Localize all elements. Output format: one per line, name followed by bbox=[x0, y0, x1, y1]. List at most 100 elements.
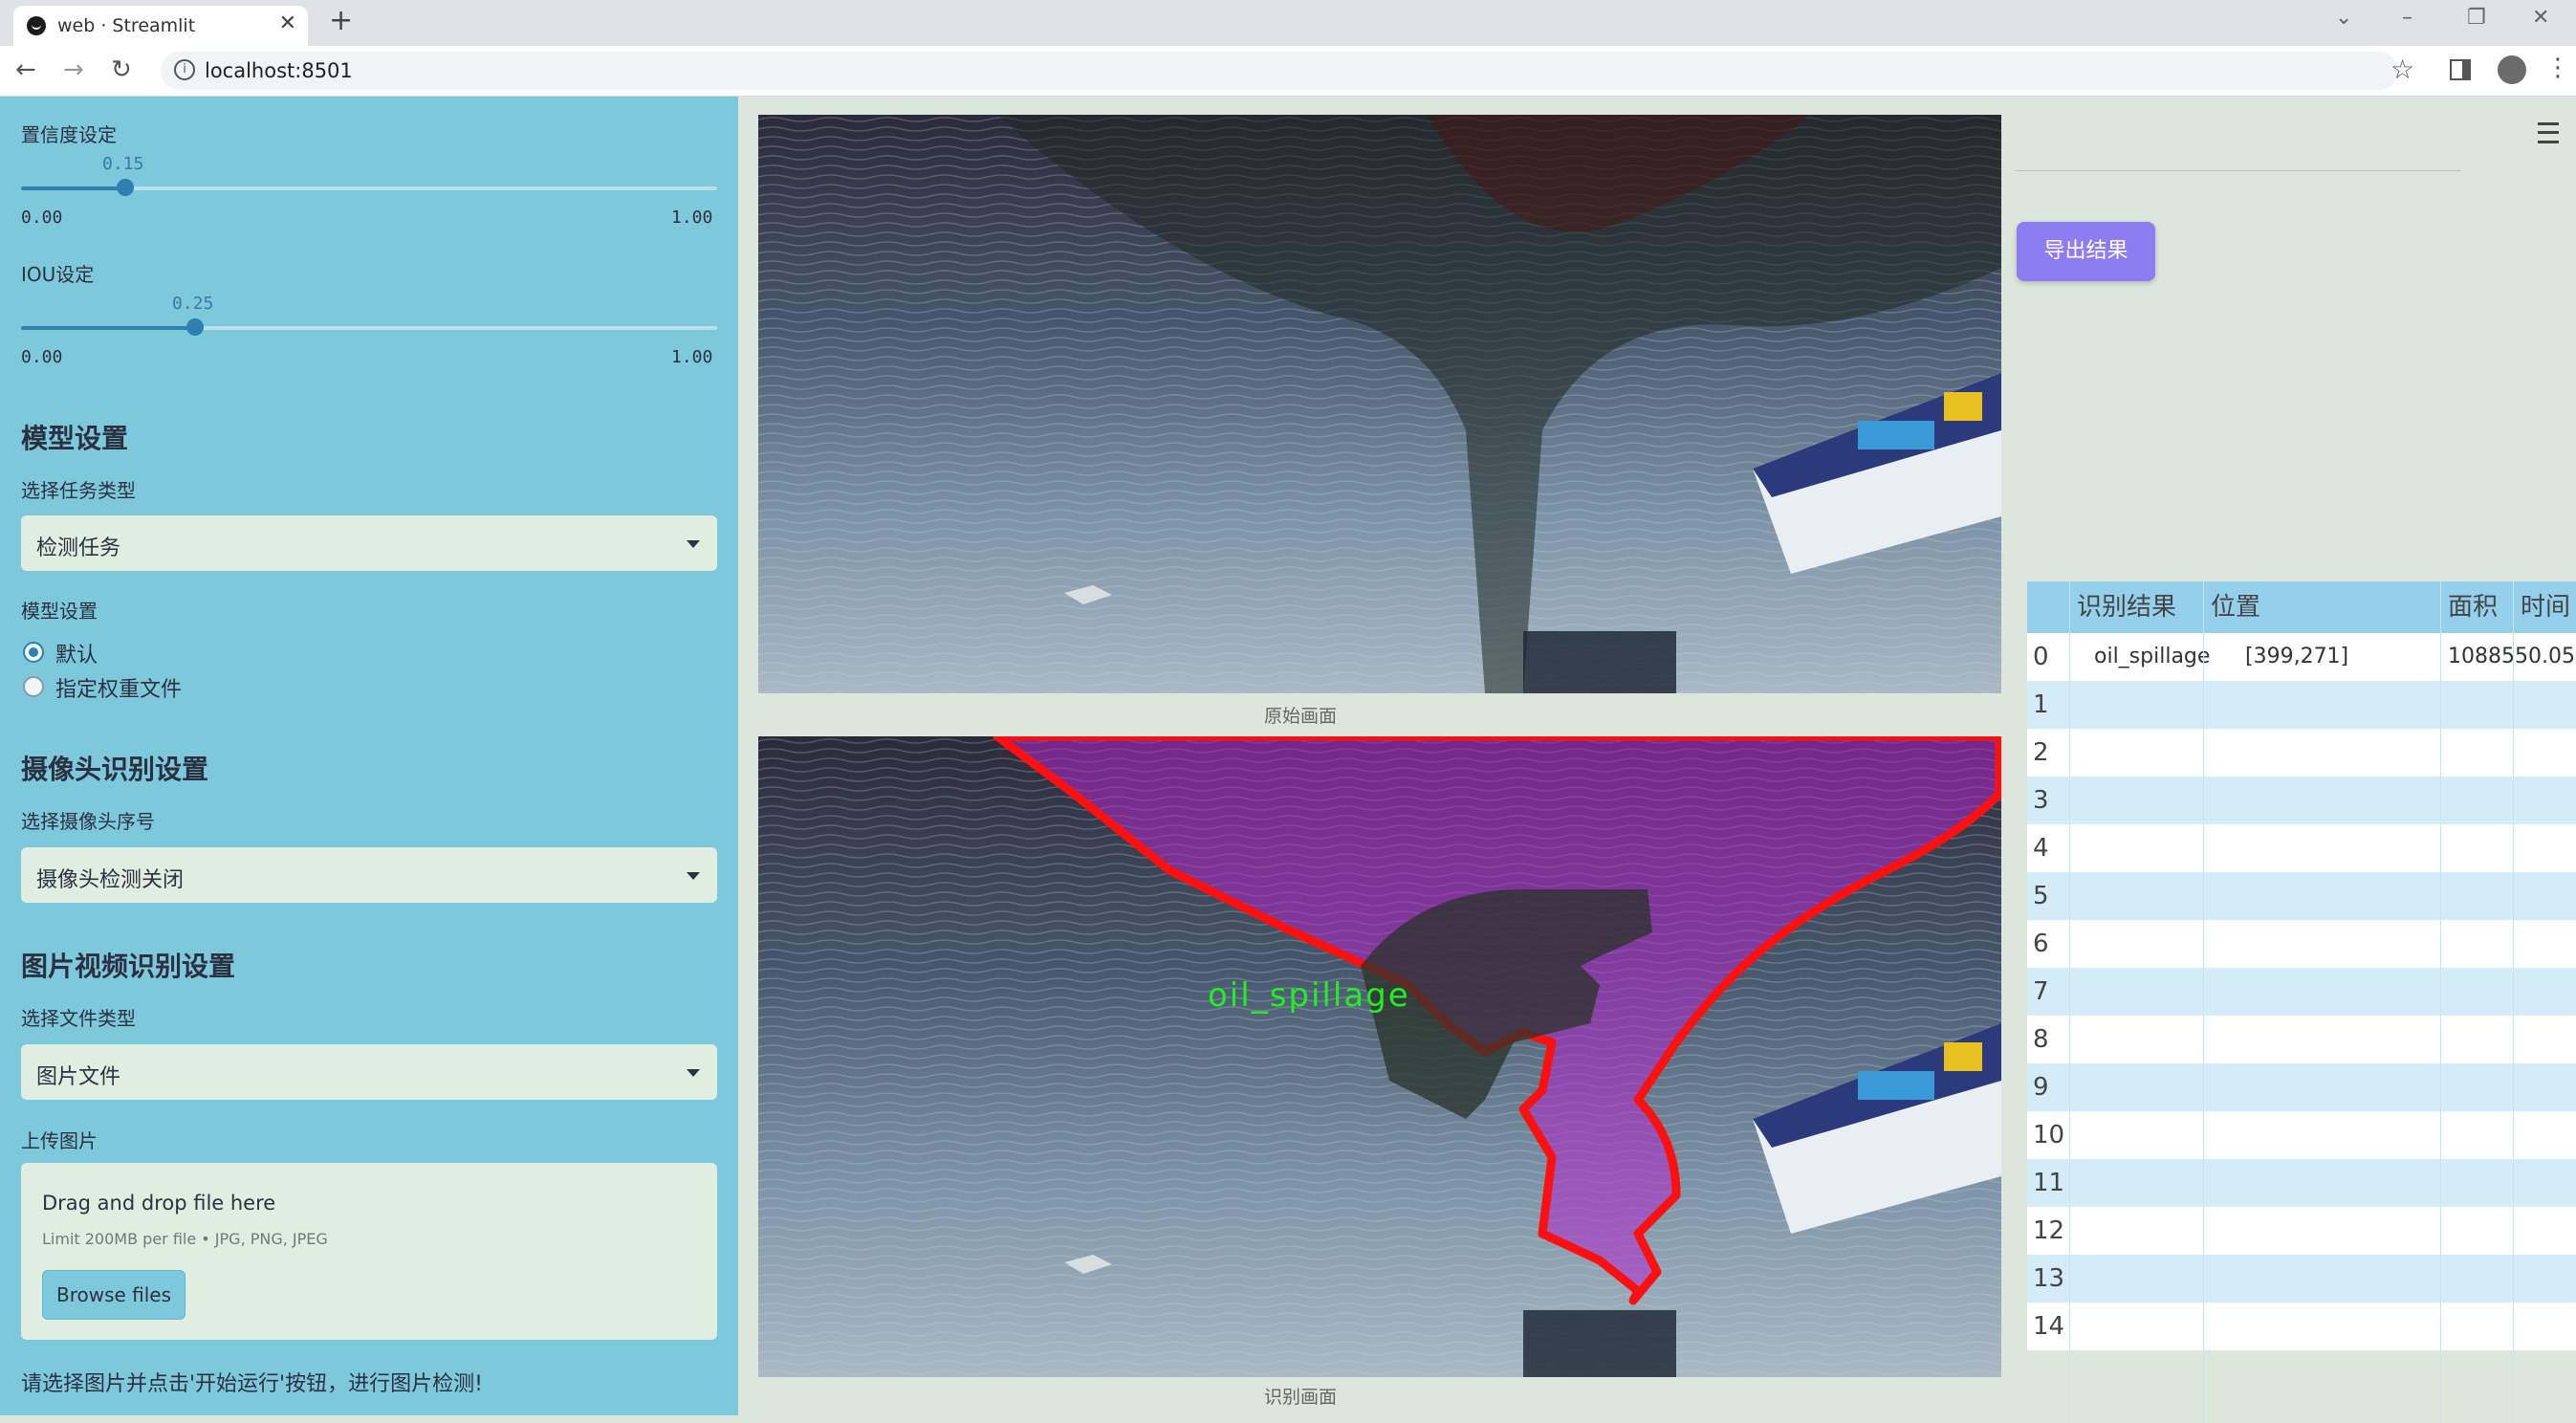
address-bar[interactable]: i localhost:8501 bbox=[161, 52, 2398, 90]
iou-slider[interactable] bbox=[21, 318, 717, 336]
original-caption: 原始画面 bbox=[1264, 706, 1338, 727]
table-row[interactable]: 8 bbox=[2027, 1016, 2576, 1063]
model-setting-label: 模型设置 bbox=[21, 600, 98, 623]
result-caption: 识别画面 bbox=[1264, 1387, 1338, 1408]
iou-slider-thumb[interactable] bbox=[186, 318, 204, 336]
confidence-slider-thumb[interactable] bbox=[117, 179, 134, 196]
row-index: 11 bbox=[2033, 1169, 2065, 1197]
reload-icon[interactable]: ↻ bbox=[111, 55, 132, 84]
table-row[interactable]: 4 bbox=[2027, 824, 2576, 872]
site-info-icon[interactable]: i bbox=[174, 59, 195, 80]
cell-result: oil_spillage bbox=[2094, 645, 2211, 668]
table-row[interactable]: 12 bbox=[2027, 1207, 2576, 1255]
tab-title: web · Streamlit bbox=[57, 15, 196, 36]
confidence-min: 0.00 bbox=[21, 208, 63, 228]
chevron-down-icon bbox=[687, 1069, 700, 1077]
browser-tab[interactable]: web · Streamlit ✕ bbox=[13, 6, 308, 46]
table-row[interactable]: 0 oil_spillage [399,271] 1088550.05 bbox=[2027, 633, 2576, 681]
table-header-row: 识别结果 位置 面积 时间 bbox=[2027, 581, 2576, 633]
row-index: 14 bbox=[2033, 1312, 2065, 1341]
table-row[interactable]: 14 bbox=[2027, 1303, 2576, 1350]
column-divider bbox=[2440, 581, 2441, 1423]
confidence-slider-fill bbox=[21, 186, 125, 190]
file-type-select[interactable]: 图片文件 bbox=[21, 1044, 717, 1100]
task-type-value: 检测任务 bbox=[36, 536, 121, 560]
side-panel-icon[interactable] bbox=[2450, 59, 2471, 80]
confidence-label: 置信度设定 bbox=[21, 123, 117, 146]
camera-section-title: 摄像头识别设置 bbox=[21, 754, 209, 785]
hamburger-menu-icon[interactable] bbox=[2538, 122, 2559, 143]
confidence-slider[interactable] bbox=[21, 179, 717, 196]
original-image bbox=[758, 115, 2001, 693]
result-image-canvas: oil_spillage bbox=[758, 736, 2001, 1377]
bookmark-star-icon[interactable]: ☆ bbox=[2390, 54, 2414, 85]
iou-min: 0.00 bbox=[21, 347, 63, 367]
restore-icon[interactable]: ❐ bbox=[2467, 6, 2486, 30]
table-row[interactable]: 2 bbox=[2027, 729, 2576, 777]
iou-slider-fill bbox=[21, 326, 195, 330]
divider bbox=[2016, 170, 2461, 171]
task-type-select[interactable]: 检测任务 bbox=[21, 515, 717, 571]
table-row[interactable]: 1 bbox=[2027, 681, 2576, 729]
row-index: 9 bbox=[2033, 1073, 2049, 1102]
hint-text: 请选择图片并点击'开始运行'按钮，进行图片检测! bbox=[21, 1372, 483, 1396]
chevron-down-icon bbox=[687, 872, 700, 880]
profile-avatar-icon[interactable] bbox=[2498, 55, 2526, 84]
column-header-area[interactable]: 面积 bbox=[2448, 581, 2498, 633]
table-row[interactable]: 7 bbox=[2027, 968, 2576, 1016]
export-results-button[interactable]: 导出结果 bbox=[2017, 222, 2155, 281]
cell-position: [399,271] bbox=[2245, 645, 2349, 668]
column-header-position[interactable]: 位置 bbox=[2211, 581, 2260, 633]
table-row[interactable]: 11 bbox=[2027, 1159, 2576, 1207]
dropzone-limit: Limit 200MB per file • JPG, PNG, JPEG bbox=[42, 1230, 328, 1248]
table-row[interactable]: 3 bbox=[2027, 777, 2576, 824]
radio-custom-weights-label: 指定权重文件 bbox=[55, 678, 183, 702]
camera-index-select[interactable]: 摄像头检测关闭 bbox=[21, 847, 717, 903]
back-icon[interactable]: ← bbox=[15, 55, 36, 84]
iou-value: 0.25 bbox=[172, 294, 214, 314]
column-header-result[interactable]: 识别结果 bbox=[2077, 581, 2176, 633]
table-row[interactable]: 6 bbox=[2027, 920, 2576, 968]
browse-files-button[interactable]: Browse files bbox=[42, 1270, 186, 1320]
browser-tab-bar: web · Streamlit ✕ + ⌄ – ❐ ✕ bbox=[0, 0, 2576, 46]
column-divider bbox=[2069, 581, 2070, 1423]
radio-custom-weights[interactable] bbox=[23, 676, 44, 697]
camera-index-label: 选择摄像头序号 bbox=[21, 810, 155, 833]
table-row[interactable]: 10 bbox=[2027, 1111, 2576, 1159]
detection-label: oil_spillage bbox=[1208, 976, 1410, 1015]
column-header-time[interactable]: 时间 bbox=[2521, 581, 2570, 633]
row-index: 10 bbox=[2033, 1121, 2065, 1149]
browser-menu-icon[interactable]: ⋮ bbox=[2545, 54, 2570, 82]
original-image-canvas bbox=[758, 115, 2001, 693]
forward-icon[interactable]: → bbox=[63, 55, 84, 84]
row-index: 2 bbox=[2033, 738, 2049, 767]
table-row[interactable]: 5 bbox=[2027, 872, 2576, 920]
tab-close-icon[interactable]: ✕ bbox=[279, 11, 296, 35]
camera-index-value: 摄像头检测关闭 bbox=[36, 868, 185, 892]
sidebar: 置信度设定 0.15 0.00 1.00 IOU设定 0.25 0.00 1.0… bbox=[0, 97, 738, 1415]
file-type-value: 图片文件 bbox=[36, 1065, 121, 1089]
iou-label: IOU设定 bbox=[21, 263, 95, 286]
dropzone-text: Drag and drop file here bbox=[42, 1192, 276, 1215]
radio-default[interactable] bbox=[23, 642, 44, 663]
row-index: 7 bbox=[2033, 977, 2049, 1006]
radio-default-label: 默认 bbox=[55, 644, 98, 668]
upload-label: 上传图片 bbox=[21, 1129, 98, 1152]
minimize-icon[interactable]: – bbox=[2402, 6, 2412, 30]
iou-max: 1.00 bbox=[671, 347, 713, 367]
column-divider bbox=[2513, 581, 2514, 1423]
row-index: 5 bbox=[2033, 882, 2049, 910]
tab-search-chevron-icon[interactable]: ⌄ bbox=[2335, 6, 2352, 30]
close-window-icon[interactable]: ✕ bbox=[2532, 6, 2549, 30]
file-dropzone[interactable]: Drag and drop file here Limit 200MB per … bbox=[21, 1163, 717, 1340]
row-index: 13 bbox=[2033, 1264, 2065, 1293]
new-tab-icon[interactable]: + bbox=[329, 4, 353, 37]
row-index: 3 bbox=[2033, 786, 2049, 815]
streamlit-favicon-icon bbox=[27, 16, 46, 35]
url-text: localhost:8501 bbox=[205, 59, 353, 82]
row-index: 1 bbox=[2033, 690, 2049, 719]
table-row[interactable]: 13 bbox=[2027, 1255, 2576, 1303]
table-row[interactable]: 9 bbox=[2027, 1063, 2576, 1111]
confidence-value: 0.15 bbox=[102, 154, 144, 174]
model-section-title: 模型设置 bbox=[21, 423, 129, 454]
